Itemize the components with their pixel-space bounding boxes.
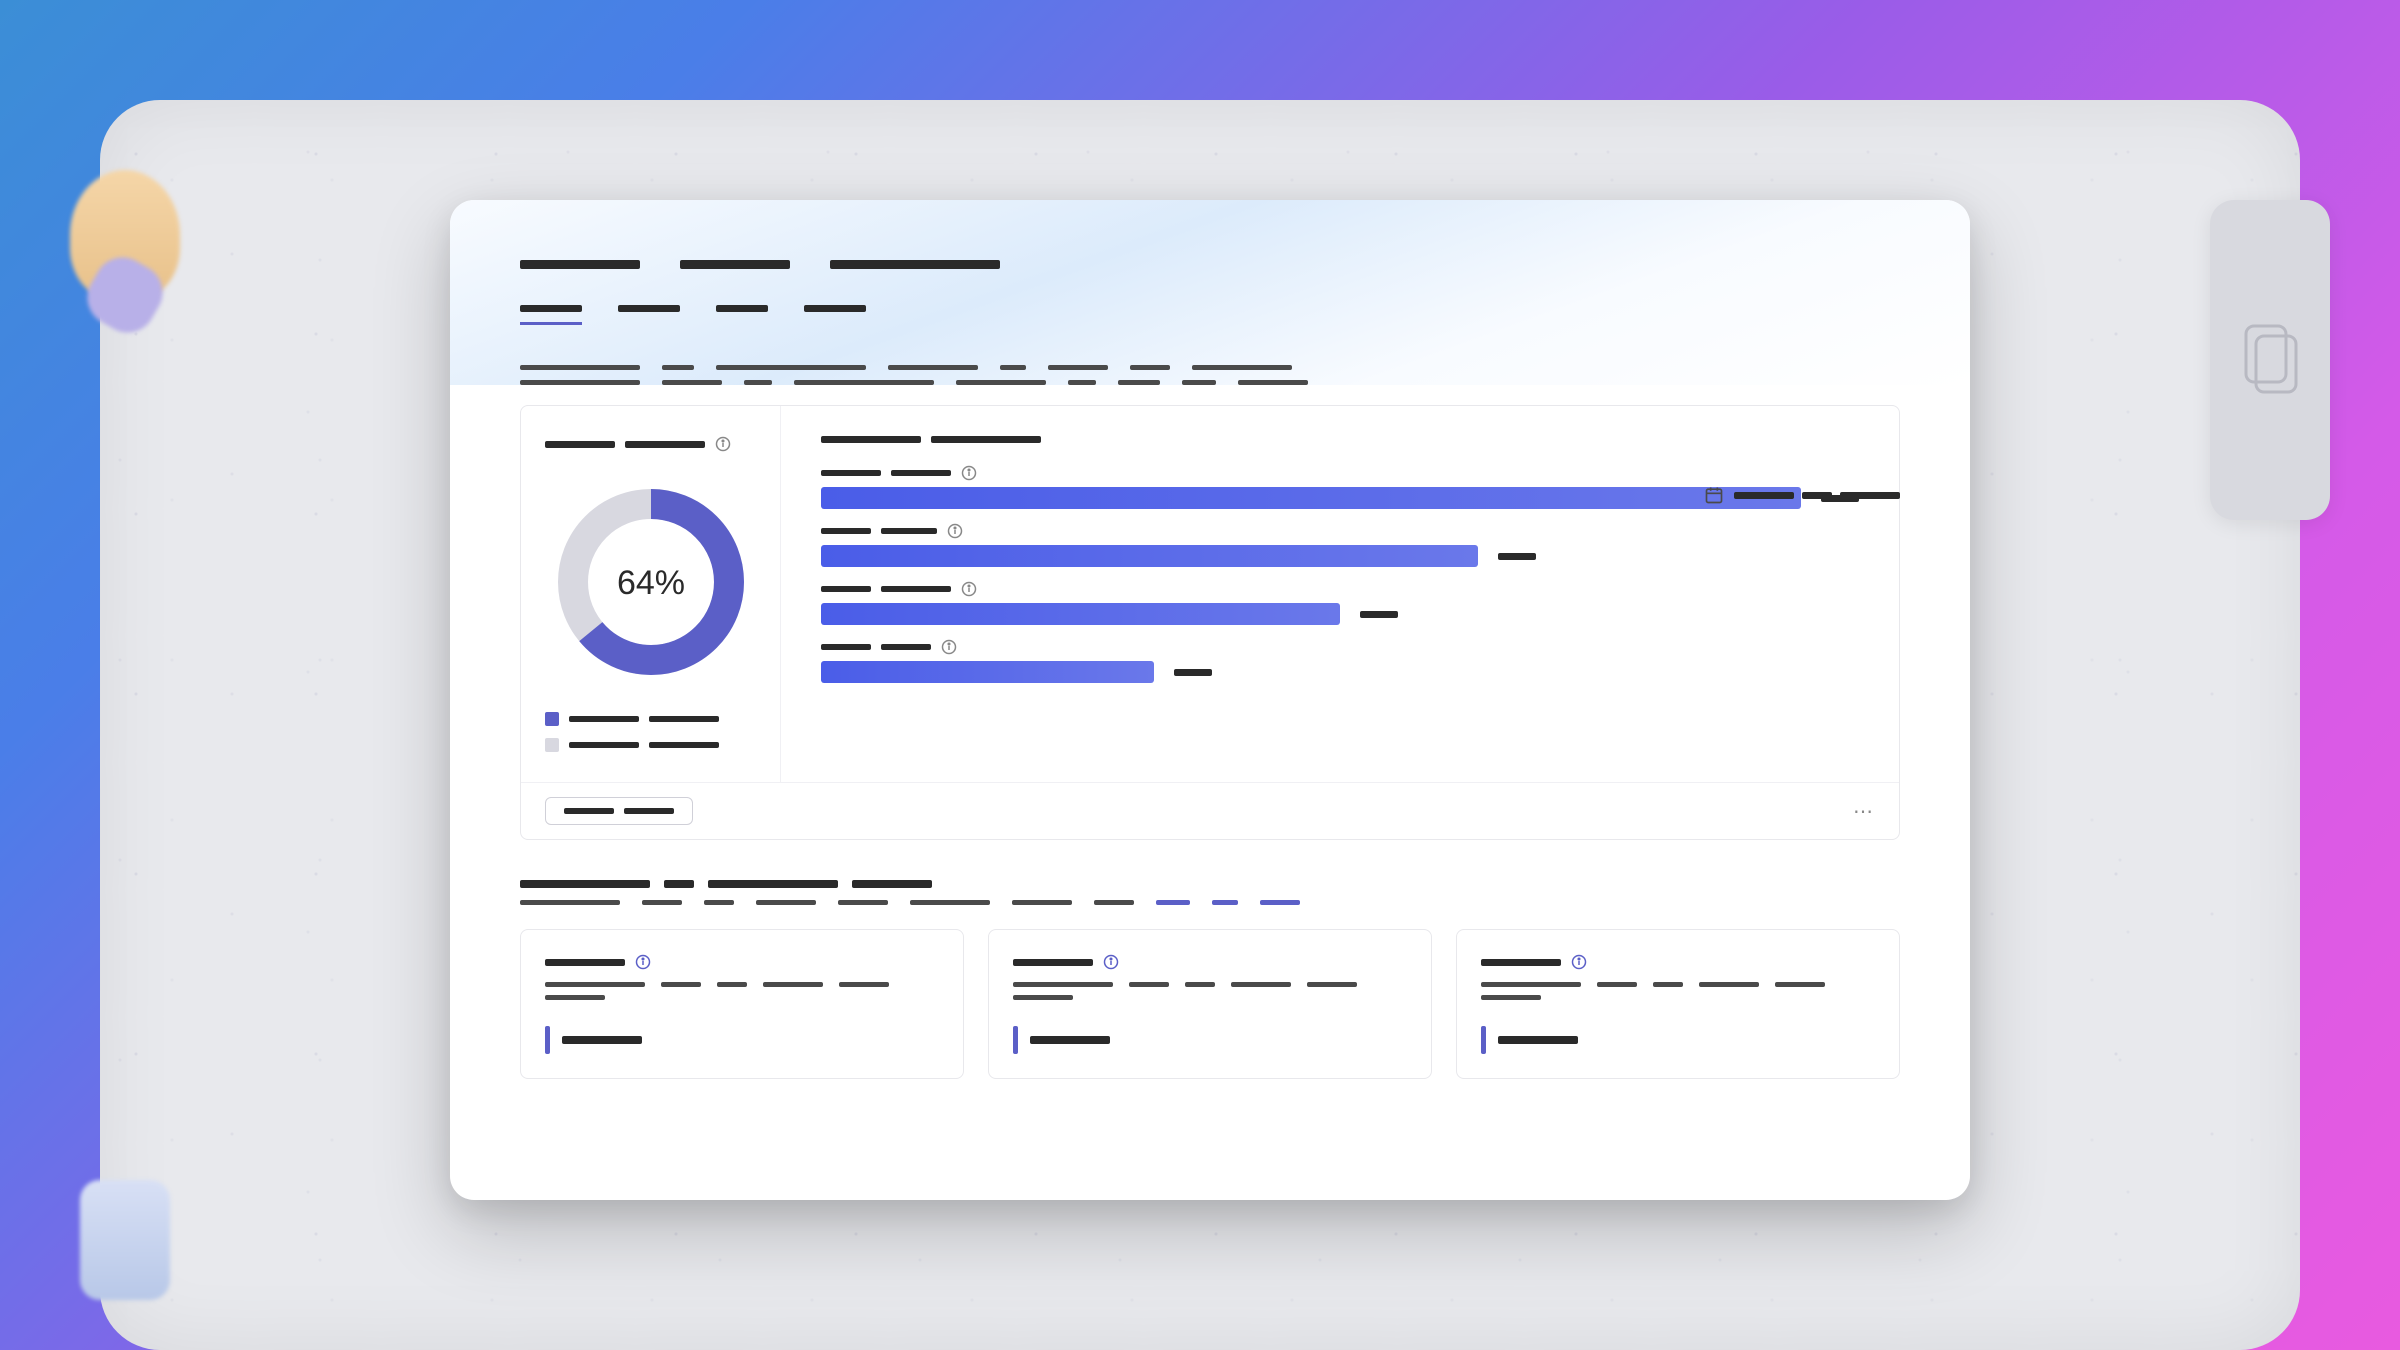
view-details-button[interactable]: [545, 797, 693, 825]
info-icon: [941, 639, 957, 655]
tab-0[interactable]: [520, 305, 582, 325]
calendar-icon: [1704, 485, 1724, 505]
info-icon: [715, 436, 731, 452]
tab-1[interactable]: [618, 305, 680, 325]
bar-row-3: [821, 639, 1859, 683]
metric-card-0[interactable]: [520, 929, 964, 1079]
accent-bar: [545, 1026, 550, 1054]
inline-link[interactable]: [1156, 900, 1190, 905]
metric-card-2[interactable]: [1456, 929, 1900, 1079]
donut-legend: [545, 712, 756, 752]
donut-chart-title: [545, 436, 756, 452]
bar-fill: [821, 603, 1340, 625]
info-icon: [635, 954, 651, 970]
bar-fill: [821, 487, 1801, 509]
info-icon: [961, 581, 977, 597]
bar-fill: [821, 661, 1154, 683]
background-device-card: [2210, 200, 2330, 520]
inline-link[interactable]: [1260, 900, 1300, 905]
info-icon: [961, 465, 977, 481]
info-icon: [1571, 954, 1587, 970]
bar-row-2: [821, 581, 1859, 625]
legend-item: [545, 738, 756, 752]
tab-3[interactable]: [804, 305, 866, 325]
info-icon: [1103, 954, 1119, 970]
metrics-summary-card: 64% ⋯: [520, 405, 1900, 840]
metric-card-1[interactable]: [988, 929, 1432, 1079]
donut-chart: 64%: [551, 482, 751, 682]
decorative-object: [80, 1180, 170, 1300]
inline-link[interactable]: [1212, 900, 1238, 905]
bar-fill: [821, 545, 1478, 567]
bar-chart-title: [821, 436, 1859, 443]
info-icon: [947, 523, 963, 539]
more-menu-button[interactable]: ⋯: [1853, 799, 1875, 824]
stack-icon: [2240, 320, 2300, 400]
metric-cards-row: [450, 905, 1970, 1079]
section-title: [520, 880, 1900, 888]
desktop-surface: 64% ⋯: [100, 100, 2300, 1350]
donut-center-value: 64%: [616, 564, 684, 602]
bar-row-1: [821, 523, 1859, 567]
page-title: [520, 260, 1900, 269]
dashboard-panel: 64% ⋯: [450, 200, 1970, 1200]
page-subtitle: [520, 365, 1900, 385]
metrics-card-footer: ⋯: [521, 782, 1899, 839]
donut-chart-panel: 64%: [521, 406, 781, 782]
date-range-picker[interactable]: [1704, 485, 1900, 505]
legend-item: [545, 712, 756, 726]
bar-chart-panel: [781, 406, 1899, 782]
accent-bar: [1481, 1026, 1486, 1054]
secondary-section: [450, 840, 1970, 905]
accent-bar: [1013, 1026, 1018, 1054]
gradient-background: 64% ⋯: [0, 0, 2400, 1350]
tab-2[interactable]: [716, 305, 768, 325]
tabs: [520, 305, 1900, 325]
dashboard-header: [450, 200, 1970, 385]
